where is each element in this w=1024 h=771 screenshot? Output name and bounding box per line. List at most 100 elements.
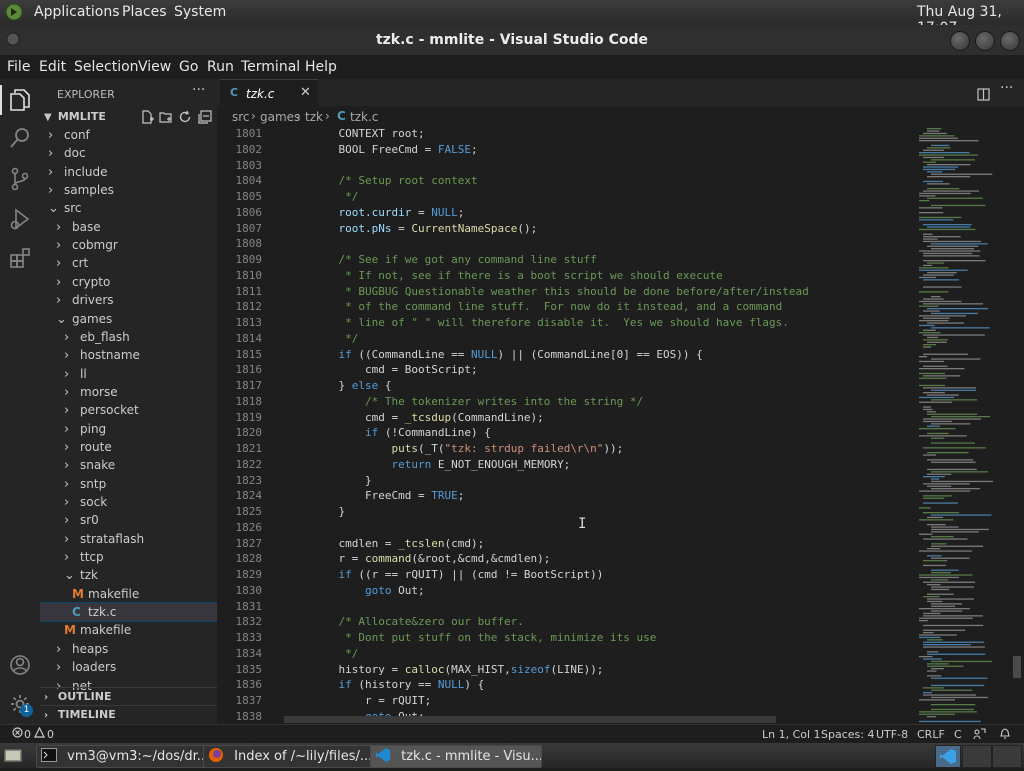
new-file-icon[interactable] <box>140 110 154 127</box>
window-titlebar[interactable]: tzk.c - mmlite - Visual Studio Code <box>0 25 1024 55</box>
tree-folder[interactable]: › include <box>40 163 217 181</box>
source-control-icon[interactable] <box>9 167 31 195</box>
tree-folder[interactable]: › ttcp <box>40 548 217 566</box>
search-icon[interactable] <box>9 127 31 153</box>
warning-count[interactable]: 0 <box>47 728 54 741</box>
tree-folder[interactable]: › hostname <box>40 346 217 364</box>
workspace-3[interactable] <box>992 745 1022 768</box>
tree-folder[interactable]: › drivers <box>40 291 217 309</box>
close-tab-icon[interactable]: ✕ <box>300 85 311 100</box>
minimap-line <box>927 584 941 586</box>
tree-folder[interactable]: › ll <box>40 365 217 383</box>
minimap-line <box>927 147 951 149</box>
tree-folder[interactable]: › ping <box>40 420 217 438</box>
tab-label: tzk.c <box>246 87 275 101</box>
feedback-icon[interactable] <box>973 727 986 743</box>
timeline-section[interactable]: › TIMELINE <box>40 705 217 724</box>
system-menu[interactable]: System <box>174 4 226 20</box>
tree-folder[interactable]: › loaders <box>40 658 217 676</box>
breadcrumb-src[interactable]: src <box>232 110 250 124</box>
horizontal-scrollbar[interactable] <box>284 716 776 723</box>
tree-folder[interactable]: › persocket <box>40 401 217 419</box>
menu-terminal[interactable]: Terminal <box>241 59 300 75</box>
show-desktop-icon[interactable] <box>3 747 23 768</box>
tree-folder[interactable]: › samples <box>40 181 217 199</box>
tree-item-label: route <box>80 439 112 454</box>
tree-folder[interactable]: › strataflash <box>40 530 217 548</box>
breadcrumb-games[interactable]: games <box>260 110 300 124</box>
menu-view[interactable]: View <box>138 59 171 75</box>
maximize-button[interactable] <box>975 31 995 51</box>
tree-folder[interactable]: › sock <box>40 493 217 511</box>
tree-folder[interactable]: › eb_flash <box>40 328 217 346</box>
cursor-position[interactable]: Ln 1, Col 1 <box>762 728 821 741</box>
workspace-switcher-icon[interactable] <box>935 745 961 768</box>
code-text: cmdlen = _tcslen(cmd); <box>312 536 485 550</box>
warning-icon[interactable] <box>34 726 45 741</box>
close-window-button[interactable] <box>1000 31 1020 51</box>
tab-tzk-c[interactable]: C tzk.c ✕ <box>220 79 318 107</box>
tree-folder[interactable]: › sr0 <box>40 511 217 529</box>
extensions-icon[interactable] <box>9 247 31 273</box>
line-number: 1815 <box>235 347 263 361</box>
menu-help[interactable]: Help <box>305 59 337 75</box>
tree-folder[interactable]: › crt <box>40 254 217 272</box>
tree-folder[interactable]: › sntp <box>40 475 217 493</box>
tree-folder[interactable]: › morse <box>40 383 217 401</box>
gnome-logo-icon[interactable] <box>5 3 23 25</box>
line-number: 1837 <box>235 694 263 707</box>
minimap-line <box>919 699 956 701</box>
editor-more-actions-icon[interactable]: ··· <box>1000 80 1013 96</box>
tree-folder[interactable]: › conf <box>40 126 217 144</box>
tree-folder[interactable]: ⌄ src <box>40 199 217 217</box>
refresh-icon[interactable] <box>178 110 192 127</box>
code-text: /* The tokenizer writes into the string … <box>312 394 644 408</box>
tree-file[interactable]: Ctzk.c <box>40 602 217 623</box>
tree-folder[interactable]: › cobmgr <box>40 236 217 254</box>
menu-run[interactable]: Run <box>207 59 234 75</box>
tree-folder[interactable]: ⌄ tzk <box>40 566 217 584</box>
end-of-line[interactable]: CRLF <box>917 728 945 741</box>
tree-folder[interactable]: › doc <box>40 144 217 162</box>
notifications-bell-icon[interactable] <box>999 727 1011 743</box>
menu-file[interactable]: File <box>7 59 30 75</box>
minimize-button[interactable] <box>950 31 970 51</box>
code-editor[interactable]: 1801 CONTEXT root; 1802 BOOL FreeCmd = FA… <box>217 126 917 724</box>
error-icon[interactable] <box>12 727 23 741</box>
more-actions-icon[interactable]: ··· <box>192 82 205 98</box>
language-mode[interactable]: C <box>954 728 962 741</box>
applications-menu[interactable]: Applications <box>34 4 120 20</box>
tree-file[interactable]: Mmakefile <box>40 621 217 639</box>
tree-folder[interactable]: › crypto <box>40 273 217 291</box>
tree-folder[interactable]: › snake <box>40 456 217 474</box>
code-line: 1801 CONTEXT root; <box>217 126 917 142</box>
places-menu[interactable]: Places <box>122 4 167 20</box>
accounts-icon[interactable] <box>9 654 31 680</box>
task-terminal[interactable]: vm3@vm3:~/dos/dr... <box>36 745 206 768</box>
tree-file[interactable]: Mmakefile <box>40 585 217 603</box>
tree-folder[interactable]: › heaps <box>40 640 217 658</box>
code-text: } <box>312 473 372 487</box>
tree-folder[interactable]: › base <box>40 218 217 236</box>
workspace-2[interactable] <box>962 745 992 768</box>
menu-go[interactable]: Go <box>179 59 198 75</box>
minimap[interactable] <box>917 126 1024 724</box>
explorer-icon[interactable] <box>9 88 31 116</box>
run-debug-icon[interactable] <box>9 207 31 235</box>
tree-folder[interactable]: ⌄ games <box>40 310 217 328</box>
outline-section[interactable]: › OUTLINE <box>40 687 217 706</box>
encoding[interactable]: UTF-8 <box>876 728 908 741</box>
breadcrumb-tzk[interactable]: tzk <box>305 110 323 124</box>
task-firefox[interactable]: Index of /~lily/files/... <box>203 745 373 768</box>
error-count[interactable]: 0 <box>24 728 31 741</box>
split-editor-icon[interactable] <box>977 86 990 105</box>
collapse-all-icon[interactable] <box>198 110 212 127</box>
new-folder-icon[interactable] <box>159 110 173 127</box>
task-vscode[interactable]: tzk.c - mmlite - Visu... <box>370 745 542 768</box>
vertical-scrollbar-thumb[interactable] <box>1013 656 1021 678</box>
menu-selection[interactable]: Selection <box>74 59 139 75</box>
breadcrumb-file[interactable]: tzk.c <box>350 110 378 124</box>
tree-folder[interactable]: › route <box>40 438 217 456</box>
indentation[interactable]: Spaces: 4 <box>821 728 874 741</box>
menu-edit[interactable]: Edit <box>39 59 66 75</box>
